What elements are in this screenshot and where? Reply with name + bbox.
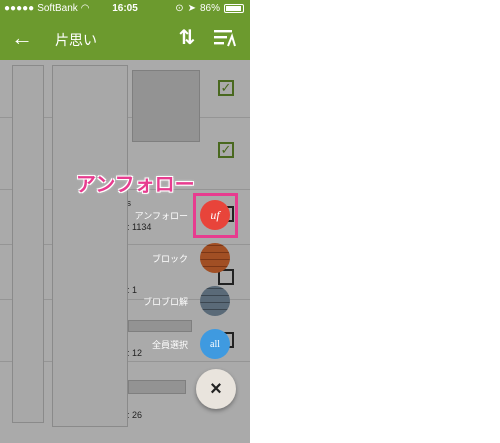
blank-area	[250, 0, 500, 443]
callout-label: アンフォロー	[76, 174, 195, 196]
select-all-icon: all	[210, 338, 220, 350]
select-all-button[interactable]: all	[200, 329, 230, 359]
phone-screen: ●●●●● SoftBank ◠ 16:05 ⊙ ➤ 86% ← 片思い ⇅ s	[0, 0, 250, 443]
unblock-button[interactable]	[200, 286, 230, 316]
close-icon: ×	[210, 377, 222, 400]
scroll-panel-left	[12, 65, 44, 423]
battery-percent: 86%	[199, 3, 220, 14]
lock-rotation-icon: ⊙	[175, 3, 184, 14]
block-label: ブロック	[151, 254, 188, 264]
scroll-panel-center	[52, 65, 128, 427]
battery-icon	[224, 4, 244, 13]
location-icon: ➤	[187, 3, 196, 14]
block-button[interactable]	[200, 243, 230, 273]
unblock-label: ブロブロ解	[142, 297, 188, 307]
status-right: ⊙ ➤ 86%	[175, 3, 244, 14]
page-title: 片思い	[55, 32, 97, 48]
highlight-box	[193, 193, 238, 238]
status-bar: ●●●●● SoftBank ◠ 16:05 ⊙ ➤ 86%	[0, 0, 250, 18]
filter-list-icon[interactable]	[212, 26, 236, 50]
nav-bar: ← 片思い ⇅	[0, 18, 250, 60]
sort-icon[interactable]: ⇅	[175, 26, 199, 50]
close-button[interactable]: ×	[196, 369, 236, 409]
select-all-label: 全員選択	[151, 340, 188, 350]
unfollow-label: アンフォロー	[134, 211, 188, 221]
back-arrow-icon[interactable]: ←	[10, 26, 34, 50]
